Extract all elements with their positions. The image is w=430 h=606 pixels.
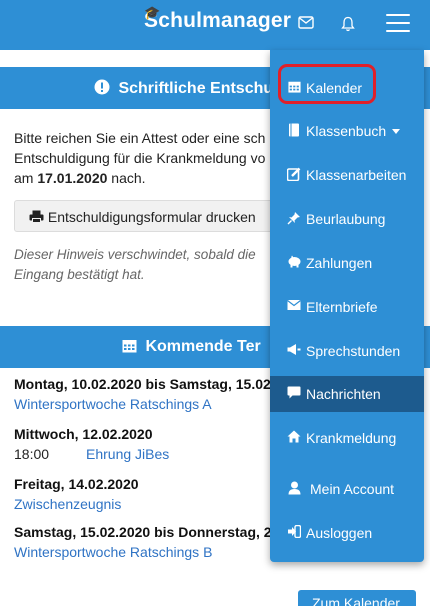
bell-icon[interactable] <box>341 16 355 36</box>
event-item: Freitag, 14.02.2020 Zwischenzeugnis <box>14 476 314 516</box>
envelope-icon <box>286 299 302 315</box>
main-menu-dropdown: Kalender Klassenbuch Klassenarbeiten Beu… <box>270 50 424 562</box>
home-icon <box>286 430 302 446</box>
app-name: Schulmanager <box>144 9 292 32</box>
menu-item-klassenarbeiten[interactable]: Klassenarbeiten <box>270 157 424 193</box>
hamburger-menu-button[interactable] <box>386 14 410 34</box>
notice-text: Bitte reichen Sie ein Attest oder eine s… <box>14 130 266 186</box>
events-title: Kommende Ter <box>145 338 261 355</box>
menu-item-mein-account[interactable]: Mein Account <box>270 471 424 507</box>
print-icon <box>29 209 48 225</box>
event-item: Montag, 10.02.2020 bis Samstag, 15.02 Wi… <box>14 376 314 416</box>
go-to-calendar-button[interactable]: Zum Kalender <box>298 590 416 606</box>
piggy-bank-icon <box>286 255 302 271</box>
event-item: Mittwoch, 12.02.2020 18:00 Ehrung JiBes <box>14 426 170 462</box>
menu-item-krankmeldung[interactable]: Krankmeldung <box>270 420 424 456</box>
menu-item-nachrichten[interactable]: Nachrichten <box>270 376 424 412</box>
envelope-icon[interactable] <box>298 16 314 33</box>
user-icon <box>286 481 302 497</box>
calendar-icon <box>122 338 141 355</box>
notice-title: Schriftliche Entschu <box>118 80 274 97</box>
menu-item-sprechstunden[interactable]: Sprechstunden <box>270 333 424 369</box>
logout-icon <box>286 524 302 541</box>
event-link[interactable]: Wintersportwoche Ratschings B <box>14 544 314 564</box>
menu-item-ausloggen[interactable]: Ausloggen <box>270 515 424 551</box>
event-link[interactable]: Ehrung JiBes <box>86 446 169 462</box>
menu-item-elternbriefe[interactable]: Elternbriefe <box>270 289 424 325</box>
book-icon <box>286 123 302 139</box>
menu-item-klassenbuch[interactable]: Klassenbuch <box>270 113 424 149</box>
pin-icon <box>286 211 302 227</box>
event-link[interactable]: Zwischenzeugnis <box>14 496 314 516</box>
graduation-cap-icon: 🎓 <box>144 5 161 20</box>
top-navbar: 🎓 Schulmanager <box>0 0 430 50</box>
event-item: Samstag, 15.02.2020 bis Donnerstag, 2 Wi… <box>14 524 314 564</box>
comment-icon <box>286 386 302 402</box>
menu-item-beurlaubung[interactable]: Beurlaubung <box>270 201 424 237</box>
kalender-highlight-box <box>278 64 376 104</box>
edit-icon <box>286 167 302 183</box>
menu-item-zahlungen[interactable]: Zahlungen <box>270 245 424 281</box>
caret-down-icon <box>392 129 401 134</box>
event-link[interactable]: Wintersportwoche Ratschings A <box>14 396 314 416</box>
print-excuse-form-button[interactable]: Entschuldigungsformular drucken <box>14 200 282 232</box>
event-time: 18:00 <box>14 446 50 462</box>
notice-hint: Dieser Hinweis verschwindet, sobald die … <box>14 247 256 282</box>
exclamation-circle-icon <box>94 79 114 97</box>
megaphone-icon <box>286 343 302 359</box>
app-logo[interactable]: 🎓 Schulmanager <box>144 5 292 33</box>
